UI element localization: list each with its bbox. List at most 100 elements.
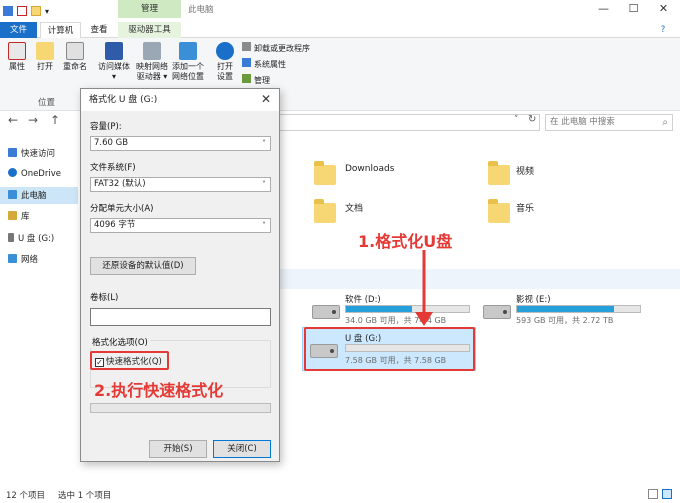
annotation-step-2: 2.执行快速格式化	[94, 381, 224, 400]
folder-downloads[interactable]: Downloads	[345, 164, 394, 174]
maximize-button[interactable]: ☐	[620, 0, 647, 18]
network-icon	[8, 254, 17, 263]
app-icon	[3, 6, 13, 16]
sidebar-label: 网络	[21, 255, 39, 265]
quick-access-toolbar: ▾	[3, 3, 49, 19]
format-options-label: 格式化选项(O)	[90, 336, 150, 348]
sidebar-item-libraries[interactable]: 库	[8, 210, 30, 224]
format-progress-bar	[90, 403, 271, 413]
new-folder-qat-icon[interactable]	[31, 6, 41, 16]
qat-dropdown-icon[interactable]: ▾	[45, 7, 49, 16]
open-settings-label-2: 设置	[217, 72, 233, 81]
tiles-view-icon[interactable]	[662, 489, 672, 499]
properties-qat-icon[interactable]	[17, 6, 27, 16]
folder-documents[interactable]: 文档	[345, 201, 363, 214]
properties-label: 属性	[9, 62, 25, 71]
sidebar-label: 库	[21, 212, 30, 222]
search-icon: ⌕	[662, 117, 668, 128]
manage-button[interactable]: 管理	[242, 74, 270, 86]
volume-label-label: 卷标(L)	[90, 293, 119, 303]
manage-context-header: 管理	[118, 0, 181, 18]
folder-music[interactable]: 音乐	[516, 201, 534, 214]
access-media-arrow: ▾	[111, 72, 116, 81]
music-folder-icon[interactable]	[488, 199, 510, 223]
annotation-arrow	[415, 250, 433, 326]
sidebar-label: U 盘 (G:)	[18, 234, 55, 244]
manage-icon	[242, 74, 251, 83]
sidebar-item-quick-access[interactable]: 快速访问	[8, 147, 55, 161]
filesystem-value: FAT32 (默认)	[94, 179, 146, 189]
item-count: 12 个项目	[6, 491, 46, 501]
open-settings-button[interactable]: 打开 设置	[212, 42, 238, 82]
refresh-icon[interactable]: ↻	[528, 114, 536, 125]
videos-folder-icon[interactable]	[488, 161, 510, 185]
sidebar-item-usb-drive[interactable]: U 盘 (G:)	[8, 232, 54, 246]
tab-file[interactable]: 文件	[0, 22, 37, 38]
address-chevron-icon[interactable]: ˅	[514, 115, 519, 125]
open-button[interactable]: 打开	[34, 42, 56, 72]
restore-defaults-button[interactable]: 还原设备的默认值(D)	[90, 257, 196, 275]
system-properties-icon	[242, 58, 251, 67]
allocation-select[interactable]: 4096 字节 ˅	[90, 218, 271, 233]
drive-d-icon[interactable]	[312, 305, 340, 319]
details-view-icon[interactable]	[648, 489, 658, 499]
uninstall-label: 卸载或更改程序	[254, 44, 310, 53]
drive-e-name[interactable]: 影视 (E:)	[516, 293, 551, 305]
documents-folder-icon[interactable]	[314, 199, 336, 223]
rename-label: 重命名	[63, 62, 87, 71]
sidebar-label: OneDrive	[21, 169, 61, 179]
system-properties-button[interactable]: 系统属性	[242, 58, 286, 70]
up-icon[interactable]: ↑	[50, 113, 60, 127]
minimize-button[interactable]: —	[590, 0, 617, 18]
annotation-step-1: 1.格式化U盘	[358, 232, 453, 251]
rename-button[interactable]: 重命名	[60, 42, 90, 72]
open-settings-label-1: 打开	[217, 62, 233, 71]
network-location-icon	[179, 42, 197, 60]
close-dialog-button[interactable]: 关闭(C)	[213, 440, 271, 458]
devices-section-header	[278, 269, 680, 289]
close-window-button[interactable]: ✕	[650, 0, 677, 18]
properties-button[interactable]: 属性	[6, 42, 28, 72]
filesystem-select[interactable]: FAT32 (默认) ˅	[90, 177, 271, 192]
start-button[interactable]: 开始(S)	[149, 440, 207, 458]
address-bar[interactable]	[276, 114, 540, 131]
uninstall-button[interactable]: 卸载或更改程序	[242, 42, 310, 54]
chevron-down-icon: ˅	[262, 221, 266, 230]
downloads-folder-icon[interactable]	[314, 161, 336, 185]
map-network-drive-button[interactable]: 映射网络 驱动器 ▾	[134, 42, 170, 82]
dialog-close-icon[interactable]: ✕	[261, 92, 271, 106]
folder-videos[interactable]: 视频	[516, 164, 534, 177]
volume-label-input[interactable]	[90, 308, 271, 326]
sidebar-item-network[interactable]: 网络	[8, 253, 38, 267]
forward-icon[interactable]: →	[28, 113, 38, 127]
search-input[interactable]: 在 此电脑 中搜索 ⌕	[545, 114, 673, 131]
add-network-location-button[interactable]: 添加一个 网络位置	[170, 42, 206, 82]
map-drive-icon	[143, 42, 161, 60]
access-media-label: 访问媒体	[98, 62, 130, 71]
sidebar-item-onedrive[interactable]: OneDrive	[8, 167, 61, 181]
tab-view[interactable]: 查看	[84, 22, 114, 38]
dialog-title: 格式化 U 盘 (G:)	[81, 89, 279, 111]
help-icon[interactable]: ?	[650, 22, 676, 38]
sidebar-label: 此电脑	[21, 191, 47, 201]
annotation-highlight-quick-format	[90, 351, 169, 370]
drive-d-usage-bar	[345, 305, 470, 313]
allocation-value: 4096 字节	[94, 220, 136, 230]
manage-label: 管理	[254, 76, 270, 85]
ribbon-tabs: 文件 计算机 查看 驱动器工具 ?	[0, 22, 680, 38]
back-icon[interactable]: ←	[8, 113, 18, 127]
chevron-down-icon: ˅	[262, 180, 266, 189]
drive-e-usage-fill	[517, 306, 615, 312]
map-drive-label-2: 驱动器 ▾	[136, 72, 168, 81]
map-drive-label-1: 映射网络	[136, 62, 168, 71]
tab-computer[interactable]: 计算机	[40, 22, 81, 38]
status-bar: 12 个项目 选中 1 个项目	[0, 487, 680, 503]
capacity-select[interactable]: 7.60 GB ˅	[90, 136, 271, 151]
open-label: 打开	[37, 62, 53, 71]
tab-drive-tools[interactable]: 驱动器工具	[118, 22, 181, 38]
access-media-button[interactable]: 访问媒体 ▾	[94, 42, 134, 82]
drive-e-icon[interactable]	[483, 305, 511, 319]
drive-d-name[interactable]: 软件 (D:)	[345, 293, 381, 305]
star-icon	[8, 148, 17, 157]
sidebar-item-this-pc[interactable]: 此电脑	[8, 189, 47, 203]
